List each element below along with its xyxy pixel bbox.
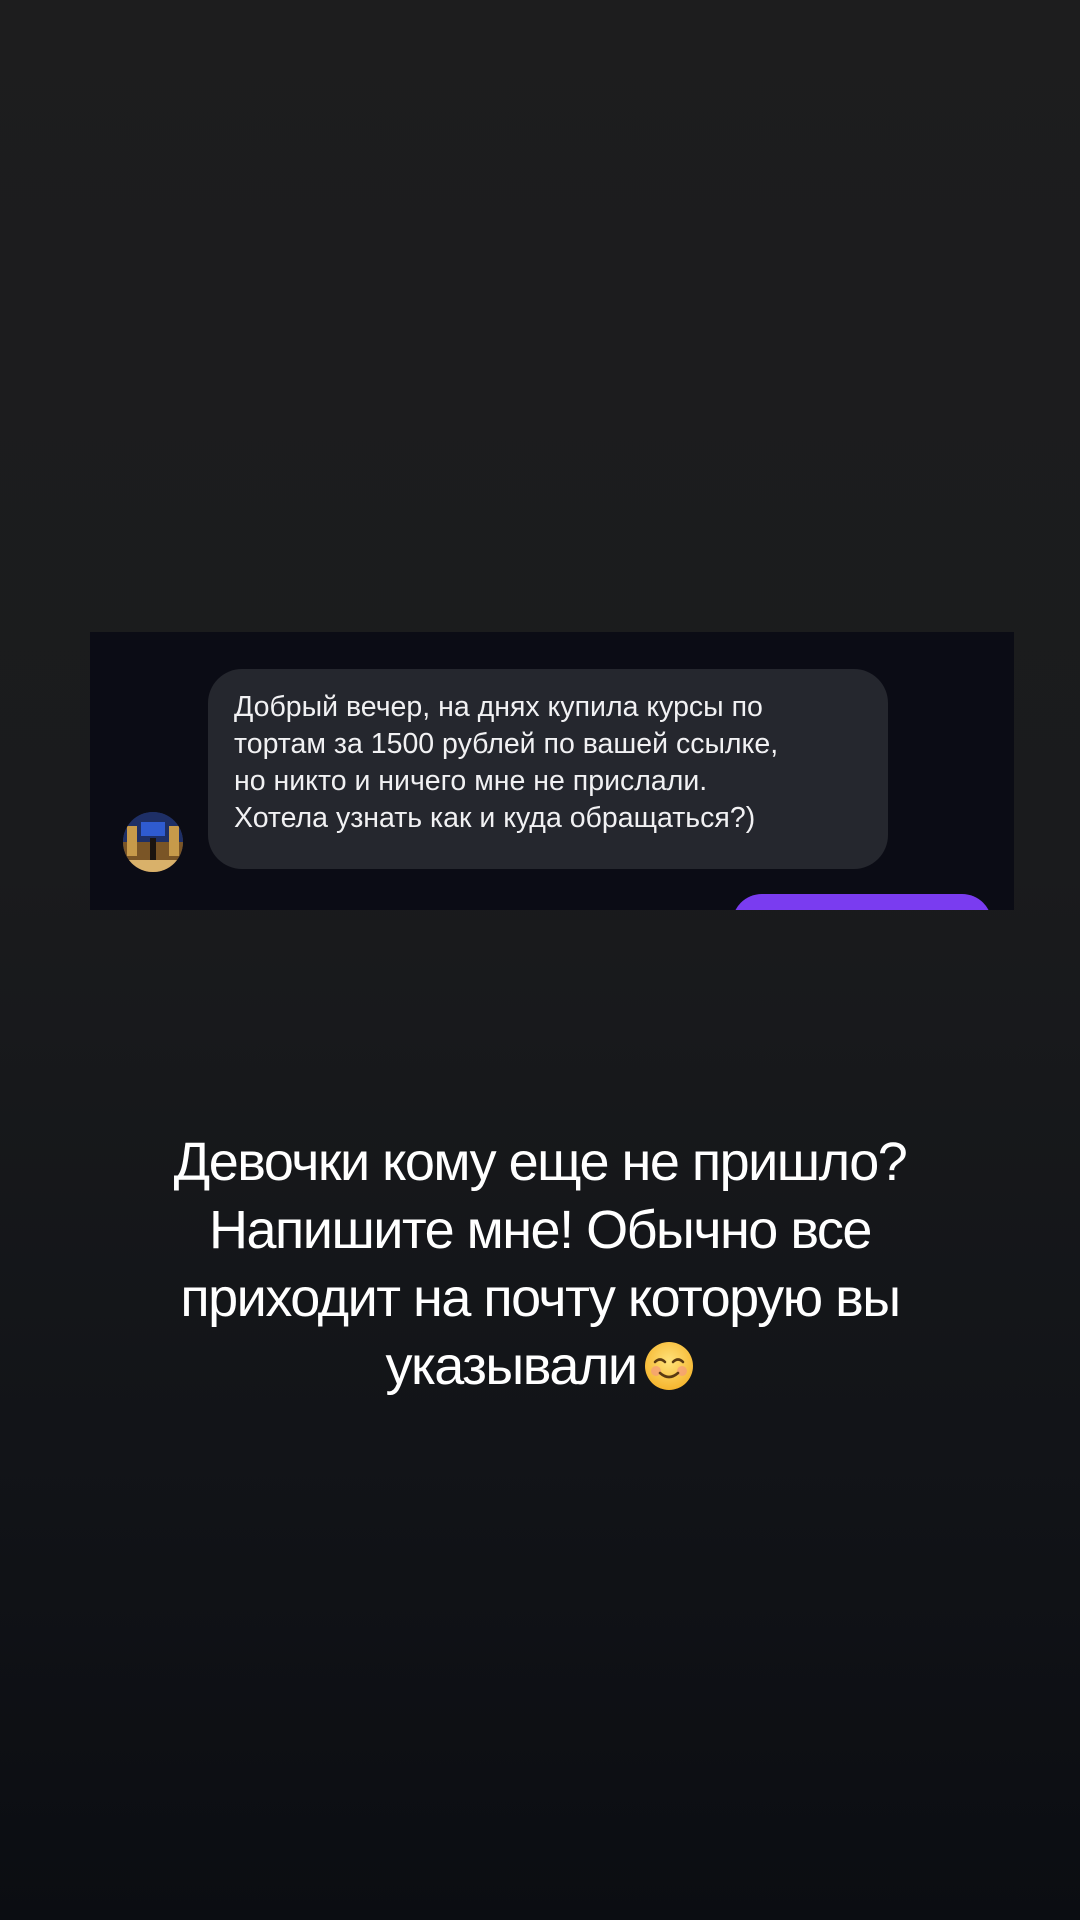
avatar[interactable] bbox=[123, 812, 183, 872]
caption-line: Напишите мне! Обычно все bbox=[209, 1200, 872, 1260]
caption-line: указывали bbox=[385, 1336, 638, 1396]
message-line: Хотела узнать как и куда обращаться?) bbox=[234, 802, 756, 834]
message-line: тортам за 1500 рублей по вашей ссылке, bbox=[234, 728, 779, 760]
smiling-face-icon bbox=[643, 1340, 695, 1392]
story-caption: Девочки кому еще не пришло? Напишите мне… bbox=[40, 1128, 1040, 1400]
caption-line: Девочки кому еще не пришло? bbox=[173, 1132, 908, 1192]
avatar-photo-icon bbox=[123, 812, 183, 872]
caption-line: приходит на почту которую вы bbox=[180, 1268, 901, 1328]
dm-screenshot: Добрый вечер, на днях купила курсы по то… bbox=[90, 632, 1014, 910]
received-message-bubble[interactable]: Добрый вечер, на днях купила курсы по то… bbox=[208, 669, 888, 869]
message-line: Добрый вечер, на днях купила курсы по bbox=[234, 691, 763, 723]
sent-message-bubble[interactable] bbox=[732, 894, 992, 910]
caption-line-last: указывали bbox=[40, 1332, 1040, 1400]
message-line: но никто и ничего мне не прислали. bbox=[234, 765, 708, 797]
